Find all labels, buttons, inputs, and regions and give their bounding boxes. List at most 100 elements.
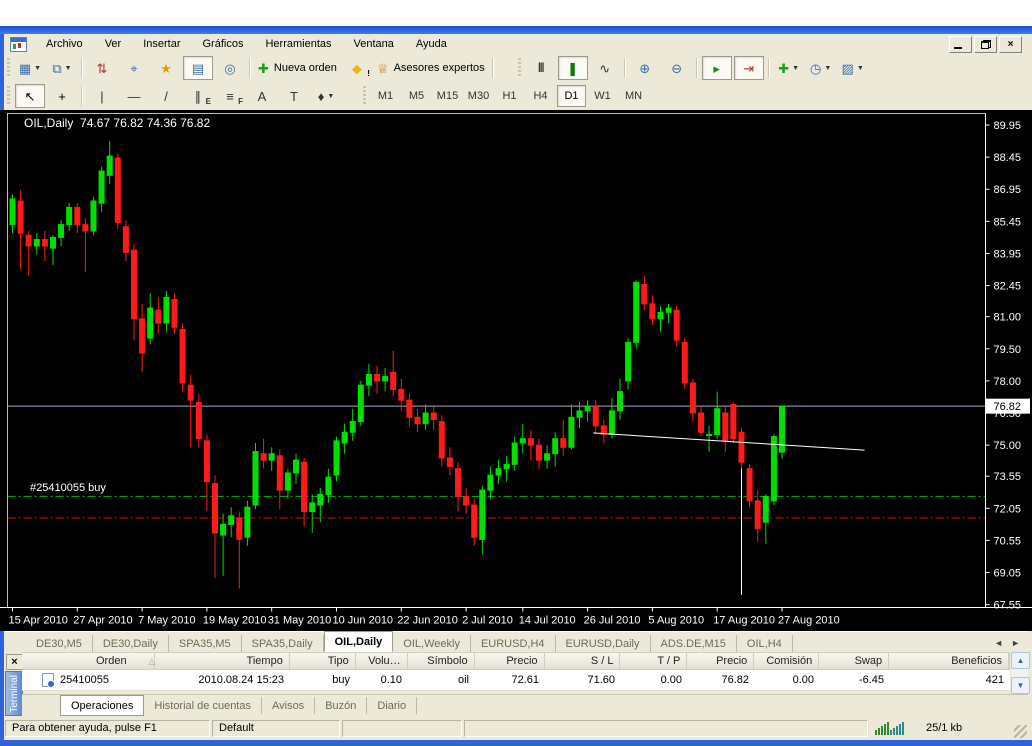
toolbar-drag-handle[interactable]: [517, 58, 521, 78]
time-axis-label[interactable]: 7 May 2010: [138, 615, 195, 627]
chevron-down-icon[interactable]: ▼: [792, 65, 799, 72]
column-header-beneficios[interactable]: Beneficios: [889, 653, 1009, 669]
chart-tab-oil-daily[interactable]: OIL,Daily: [323, 631, 394, 652]
time-axis-label[interactable]: 19 May 2010: [203, 615, 267, 627]
toolbar-drag-handle[interactable]: [7, 86, 10, 106]
scroll-tabs-right-icon[interactable]: ►: [1009, 637, 1022, 649]
timeframe-m30-button[interactable]: M30: [464, 85, 493, 107]
timeframe-w1-button[interactable]: W1: [588, 85, 617, 107]
menu-ayuda[interactable]: Ayuda: [405, 35, 458, 53]
terminal-tab-avisos[interactable]: Avisos: [262, 697, 316, 714]
scroll-up-icon[interactable]: ▲: [1011, 652, 1030, 669]
time-axis-label[interactable]: 14 Jul 2010: [519, 615, 576, 627]
time-axis-label[interactable]: 26 Jul 2010: [584, 615, 641, 627]
column-header-precio[interactable]: Precio: [687, 653, 755, 669]
new-order-button[interactable]: ✚ Nueva orden: [255, 56, 340, 80]
column-header-tipo[interactable]: Tipo: [290, 653, 356, 669]
chart-tab-spa35-m5[interactable]: SPA35,M5: [169, 635, 242, 652]
restore-button[interactable]: [974, 36, 997, 53]
metaeditor-button[interactable]: ◆!: [342, 56, 372, 80]
chevron-down-icon[interactable]: ▼: [34, 65, 41, 72]
menu-ver[interactable]: Ver: [94, 35, 133, 53]
price-axis-label[interactable]: 89.95: [994, 120, 1022, 132]
trendline-button[interactable]: /: [151, 84, 181, 108]
column-header-s-mbolo[interactable]: Símbolo: [408, 653, 475, 669]
chevron-down-icon[interactable]: ▼: [857, 65, 864, 72]
terminal-tab-diario[interactable]: Diario: [367, 697, 418, 714]
terminal-tab-buz-n[interactable]: Buzón: [315, 697, 368, 714]
scroll-tabs-left-icon[interactable]: ◄: [992, 637, 1005, 649]
menu-insertar[interactable]: Insertar: [132, 35, 191, 53]
scroll-down-icon[interactable]: ▼: [1011, 677, 1030, 694]
price-axis-label[interactable]: 82.45: [994, 281, 1022, 293]
candle-chart-button[interactable]: ❚: [557, 56, 588, 80]
toolbar-drag-handle[interactable]: [363, 86, 366, 106]
profiles-button[interactable]: ⧉ ▼: [47, 56, 77, 80]
time-axis-label[interactable]: 27 Apr 2010: [73, 615, 132, 627]
timeframe-mn-button[interactable]: MN: [619, 85, 648, 107]
periods-button[interactable]: ◷ ▼: [806, 56, 836, 80]
menu-archivo[interactable]: Archivo: [35, 35, 94, 53]
price-axis-label[interactable]: 67.55: [994, 600, 1022, 612]
toolbar-drag-handle[interactable]: [7, 58, 10, 78]
time-axis-label[interactable]: 15 Apr 2010: [9, 615, 68, 627]
terminal-panel-button[interactable]: ▤: [183, 56, 213, 80]
resize-grip[interactable]: [1014, 725, 1027, 738]
terminal-tab-operaciones[interactable]: Operaciones: [60, 695, 145, 716]
timeframe-m15-button[interactable]: M15: [433, 85, 462, 107]
timeframe-h4-button[interactable]: H4: [526, 85, 555, 107]
terminal-close-button[interactable]: ×: [6, 654, 23, 670]
time-axis-label[interactable]: 5 Aug 2010: [648, 615, 704, 627]
chart-shift-button[interactable]: ⇥: [733, 56, 764, 80]
column-header-precio[interactable]: Precio: [475, 653, 545, 669]
timeframe-m5-button[interactable]: M5: [402, 85, 431, 107]
chart-tab-de30-daily[interactable]: DE30,Daily: [93, 635, 169, 652]
status-profile[interactable]: Default: [212, 719, 340, 737]
auto-scroll-button[interactable]: ▸: [701, 56, 732, 80]
terminal-tab-historial-de-cuentas[interactable]: Historial de cuentas: [144, 697, 262, 714]
timeframe-h1-button[interactable]: H1: [495, 85, 524, 107]
price-axis-label[interactable]: 79.50: [994, 344, 1022, 356]
price-axis-label[interactable]: 85.45: [994, 216, 1022, 228]
column-header-orden[interactable]: Orden △: [22, 653, 155, 669]
horizontal-line-button[interactable]: —: [119, 84, 149, 108]
column-header-volu-[interactable]: Volu…: [356, 653, 408, 669]
market-watch-button[interactable]: ⇅: [87, 56, 117, 80]
price-axis-label[interactable]: 78.00: [994, 376, 1022, 388]
chart-tab-oil-h4[interactable]: OIL,H4: [737, 635, 793, 652]
crosshair-button[interactable]: +: [47, 84, 77, 108]
text-button[interactable]: A: [247, 84, 277, 108]
cursor-button[interactable]: ↖: [15, 84, 45, 108]
chart-tab-ads-de-m15[interactable]: ADS.DE,M15: [651, 635, 737, 652]
timeframe-d1-button[interactable]: D1: [557, 85, 586, 107]
price-axis-label[interactable]: 73.55: [994, 471, 1022, 483]
column-header-comisi-n[interactable]: Comisión: [754, 653, 820, 669]
table-scrollbar[interactable]: ▲ ▼: [1011, 652, 1030, 694]
data-window-button[interactable]: ⌖: [119, 56, 149, 80]
chart-tab-eurusd-h4[interactable]: EURUSD,H4: [471, 635, 556, 652]
chevron-down-icon[interactable]: ▼: [824, 65, 831, 72]
vertical-line-button[interactable]: |: [87, 84, 117, 108]
order-row[interactable]: 25410055 2010.08.24 15:23 buy 0.10 oil 72.61 7…: [22, 670, 1010, 691]
price-axis-label[interactable]: 75.00: [994, 440, 1022, 452]
column-header-tiempo[interactable]: Tiempo: [155, 653, 290, 669]
chart-tab-eurusd-daily[interactable]: EURUSD,Daily: [556, 635, 651, 652]
line-chart-button[interactable]: ∿: [590, 56, 620, 80]
navigator-button[interactable]: ★: [151, 56, 181, 80]
price-axis-label[interactable]: 86.95: [994, 184, 1022, 196]
chevron-down-icon[interactable]: ▼: [327, 93, 334, 100]
menu-ventana[interactable]: Ventana: [343, 35, 405, 53]
time-axis-label[interactable]: 17 Aug 2010: [713, 615, 775, 627]
zoom-in-button[interactable]: ⊕: [630, 56, 660, 80]
strategy-tester-button[interactable]: ◎: [215, 56, 245, 80]
time-axis-label[interactable]: 2 Jul 2010: [462, 615, 513, 627]
templates-button[interactable]: ▨ ▼: [838, 56, 868, 80]
time-axis-label[interactable]: 27 Aug 2010: [778, 615, 840, 627]
menu-herramientas[interactable]: Herramientas: [254, 35, 342, 53]
column-header-swap[interactable]: Swap: [819, 653, 890, 669]
price-axis-label[interactable]: 81.00: [994, 312, 1022, 324]
channel-button[interactable]: ∥ E: [183, 84, 213, 108]
bar-chart-button[interactable]: |||: [526, 56, 556, 80]
column-header-t-p[interactable]: T / P: [620, 653, 688, 669]
column-header-s-l[interactable]: S / L: [545, 653, 621, 669]
